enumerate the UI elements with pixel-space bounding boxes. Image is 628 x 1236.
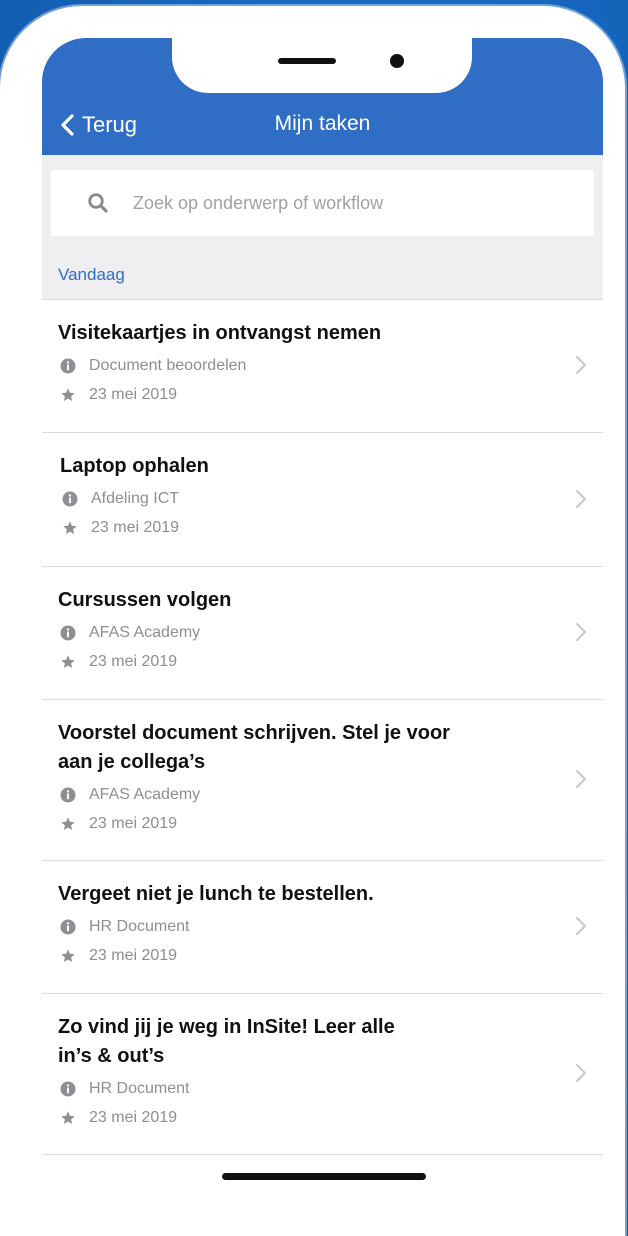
app-screen: Terug Mijn taken Vandaag Visitekaartjes … [42, 38, 603, 1203]
section-label: Vandaag [58, 265, 125, 284]
navigation-bar: Terug Mijn taken [42, 38, 603, 155]
star-icon [59, 948, 77, 964]
chevron-right-icon[interactable] [575, 768, 587, 795]
star-icon [61, 520, 79, 536]
notch [172, 38, 472, 93]
star-icon [59, 387, 77, 403]
task-category-label: Document beoordelen [89, 357, 247, 374]
task-list-item[interactable]: Visitekaartjes in ontvangst nemen Documen… [42, 300, 603, 433]
task-title: aan je collega’s [58, 751, 206, 773]
task-date: 23 mei 2019 [61, 519, 179, 537]
task-list-item[interactable]: Laptop ophalen Afdeling ICT 23 mei 2019 [42, 433, 603, 567]
task-title: Cursussen volgen [58, 589, 232, 611]
info-icon [59, 358, 77, 374]
search-icon [88, 193, 108, 213]
chevron-right-icon[interactable] [575, 1062, 587, 1089]
task-date-label: 23 mei 2019 [89, 386, 178, 403]
task-category: HR Document [59, 918, 189, 936]
chevron-right-icon[interactable] [575, 621, 587, 648]
task-category: HR Document [59, 1080, 189, 1098]
task-category: AFAS Academy [59, 786, 200, 804]
chevron-right-icon[interactable] [575, 354, 587, 381]
task-title: Vergeet niet je lunch te bestellen. [58, 883, 374, 905]
star-icon [59, 1110, 77, 1126]
chevron-right-icon[interactable] [575, 915, 587, 942]
task-date-label: 23 mei 2019 [89, 815, 178, 832]
task-date: 23 mei 2019 [59, 386, 177, 404]
star-icon [59, 654, 77, 670]
task-date-label: 23 mei 2019 [89, 947, 178, 964]
chevron-left-icon [61, 114, 74, 136]
home-indicator [222, 1173, 426, 1180]
speaker [278, 58, 336, 64]
section-header: Vandaag [42, 251, 603, 300]
camera [390, 54, 404, 68]
task-date: 23 mei 2019 [59, 815, 177, 833]
task-title: Visitekaartjes in ontvangst nemen [58, 322, 382, 344]
back-button[interactable]: Terug [60, 108, 137, 142]
task-date: 23 mei 2019 [59, 947, 177, 965]
task-title: Zo vind jij je weg in InSite! Leer alle [58, 1016, 395, 1038]
info-icon [59, 1081, 77, 1097]
task-category-label: AFAS Academy [89, 786, 201, 803]
task-category-label: Afdeling ICT [91, 490, 180, 507]
info-icon [59, 625, 77, 641]
task-category-label: HR Document [89, 918, 190, 935]
task-list-item[interactable]: Zo vind jij je weg in InSite! Leer alle i… [42, 994, 603, 1155]
task-category: Document beoordelen [59, 357, 246, 375]
task-title: in’s & out’s [58, 1045, 165, 1067]
search-box[interactable] [51, 170, 594, 236]
phone-frame: Terug Mijn taken Vandaag Visitekaartjes … [0, 6, 625, 1236]
info-icon [59, 787, 77, 803]
task-category-label: HR Document [89, 1080, 190, 1097]
task-category-label: AFAS Academy [89, 624, 201, 641]
info-icon [59, 919, 77, 935]
task-category: AFAS Academy [59, 624, 200, 642]
chevron-right-icon[interactable] [575, 488, 587, 515]
search-input[interactable] [131, 191, 555, 215]
star-icon [59, 816, 77, 832]
info-icon [61, 491, 79, 507]
search-area [42, 155, 603, 251]
task-list-item[interactable]: Vergeet niet je lunch te bestellen. HR Do… [42, 861, 603, 994]
task-date: 23 mei 2019 [59, 1109, 177, 1127]
task-list: Visitekaartjes in ontvangst nemen Documen… [42, 300, 603, 1155]
task-title: Laptop ophalen [60, 455, 209, 477]
task-date-label: 23 mei 2019 [89, 1109, 178, 1126]
task-title: Voorstel document schrijven. Stel je voo… [58, 722, 450, 744]
task-date-label: 23 mei 2019 [91, 519, 180, 536]
task-date: 23 mei 2019 [59, 653, 177, 671]
task-category: Afdeling ICT [61, 490, 179, 508]
task-date-label: 23 mei 2019 [89, 653, 178, 670]
task-list-item[interactable]: Cursussen volgen AFAS Academy 23 mei 2019 [42, 567, 603, 700]
back-label: Terug [82, 112, 138, 137]
task-list-item[interactable]: Voorstel document schrijven. Stel je voo… [42, 700, 603, 861]
